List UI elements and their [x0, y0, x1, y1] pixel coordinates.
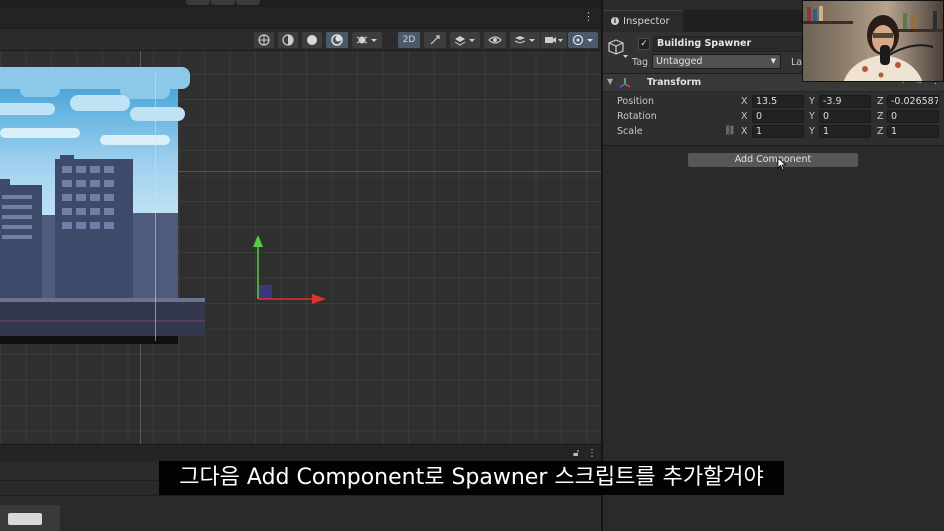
shading-mode-button[interactable]	[278, 32, 298, 48]
axis-x-label[interactable]: X	[741, 109, 748, 124]
visibility-eye-button[interactable]	[484, 32, 506, 48]
gizmo-x-arrow[interactable]	[312, 294, 326, 304]
layer-label: La	[791, 57, 803, 68]
top-step-button[interactable]	[236, 0, 260, 5]
check-icon: ✓	[640, 39, 648, 49]
sprite-bounds-line	[155, 73, 156, 341]
scene-tab-bar: ⋮	[0, 7, 602, 29]
gizmo-orientation-button[interactable]	[254, 32, 274, 48]
rotation-x-field[interactable]: 0	[752, 110, 804, 123]
tab-inspector-label: Inspector	[623, 16, 670, 27]
foldout-arrow-icon[interactable]: ▼	[607, 77, 613, 86]
chevron-down-icon: ▼	[770, 57, 776, 65]
building-background-sprite[interactable]	[0, 67, 205, 351]
top-pause-button[interactable]	[211, 0, 235, 5]
axis-y-label[interactable]: Y	[809, 109, 815, 124]
position-row: Position X 13.5 Y -3.9 Z -0.0265875	[603, 94, 944, 109]
active-checkbox[interactable]: ✓	[638, 38, 650, 50]
gizmo-plane-handle[interactable]	[258, 285, 272, 299]
axis-z-label[interactable]: Z	[877, 94, 884, 109]
ground-strip	[0, 298, 205, 336]
position-z-field[interactable]: -0.0265875	[887, 95, 939, 108]
info-icon: i	[611, 17, 619, 25]
mode-2d-button[interactable]: 2D	[398, 32, 420, 48]
layers-button[interactable]	[510, 32, 540, 48]
add-component-button[interactable]: Add Component	[687, 152, 859, 168]
lock-icon[interactable]: 🔓︎	[573, 448, 579, 459]
thumbnail-image	[8, 513, 42, 525]
move-tool-gizmo[interactable]	[250, 233, 330, 313]
tab-inspector[interactable]: i Inspector	[603, 10, 683, 32]
presenter-video	[843, 15, 934, 81]
top-play-button[interactable]	[186, 0, 210, 5]
scale-y-field[interactable]: 1	[819, 125, 871, 138]
axis-y-label[interactable]: Y	[809, 124, 815, 139]
tag-value: Untagged	[656, 56, 703, 67]
position-x-field[interactable]: 13.5	[752, 95, 804, 108]
scale-row: Scale ⛓ X 1 Y 1 Z 1	[603, 124, 944, 139]
scene-toolbar: 2D	[0, 29, 602, 51]
cursor-icon	[777, 157, 787, 171]
scale-z-field[interactable]: 1	[887, 125, 939, 138]
camera-settings-button[interactable]	[541, 32, 567, 48]
cube-icon	[608, 39, 628, 58]
transform-component: ▼ Transform ? ⇅ ⋮ Position X 13.5 Y -3.9…	[603, 74, 944, 146]
taskbar-thumbnail[interactable]	[0, 505, 60, 531]
axis-z-label[interactable]: Z	[877, 109, 884, 124]
rotation-row: Rotation X 0 Y 0 Z 0	[603, 109, 944, 124]
gizmos-button[interactable]	[568, 32, 598, 48]
axis-x-label[interactable]: X	[741, 124, 748, 139]
debug-draw-button[interactable]	[352, 32, 382, 48]
shaded-sphere-button[interactable]	[302, 32, 322, 48]
scene-view: ⋮ 2D 🔓︎ ⋮	[0, 0, 602, 531]
transform-title: Transform	[647, 77, 702, 88]
rotation-y-field[interactable]: 0	[819, 110, 871, 123]
window-top-strip	[0, 0, 602, 7]
more-vert-icon[interactable]: ⋮	[587, 448, 597, 459]
rotation-label: Rotation	[617, 111, 657, 122]
lighting-toggle-button[interactable]	[326, 32, 348, 48]
effects-button[interactable]	[450, 32, 480, 48]
audio-toggle-button[interactable]	[424, 32, 446, 48]
axis-z-label[interactable]: Z	[877, 124, 884, 139]
scene-viewport[interactable]	[0, 51, 602, 444]
tag-label: Tag	[632, 57, 649, 68]
position-y-field[interactable]: -3.9	[819, 95, 871, 108]
scale-x-field[interactable]: 1	[752, 125, 804, 138]
position-label: Position	[617, 96, 654, 107]
gizmo-y-arrow[interactable]	[253, 235, 263, 247]
more-vert-icon[interactable]: ⋮	[583, 11, 594, 23]
subtitle-caption: 그다음 Add Component로 Spawner 스크립트를 추가할거야	[159, 461, 784, 495]
axis-x-label[interactable]: X	[741, 94, 748, 109]
panel-bottom-bar: 🔓︎ ⋮	[0, 444, 602, 462]
axis-y-label[interactable]: Y	[809, 94, 815, 109]
transform-axes-icon	[619, 78, 631, 88]
webcam-overlay	[802, 0, 944, 82]
scale-label: Scale	[617, 126, 643, 137]
link-icon[interactable]: ⛓	[724, 126, 735, 136]
rotation-z-field[interactable]: 0	[887, 110, 939, 123]
tag-dropdown[interactable]: Untagged ▼	[652, 54, 781, 69]
